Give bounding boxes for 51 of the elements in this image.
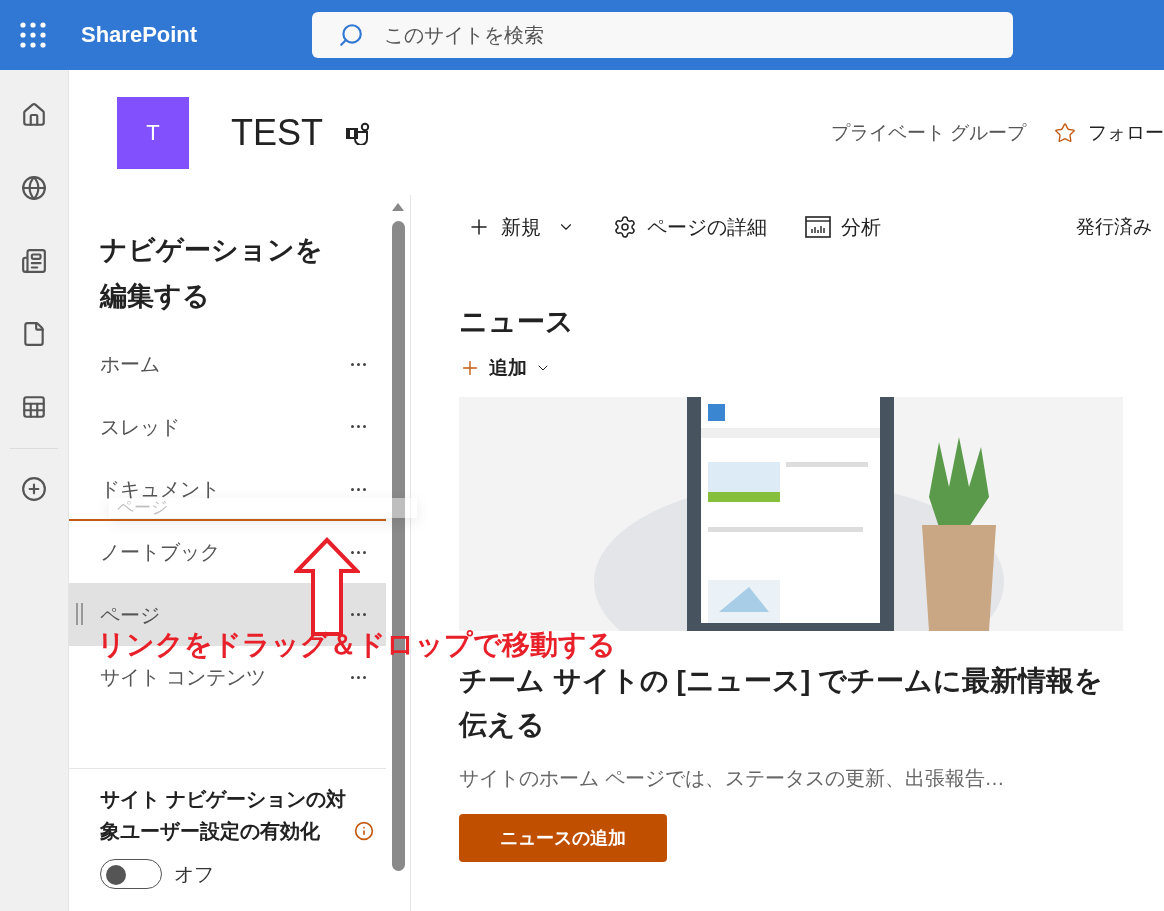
new-button[interactable]: 新規: [467, 213, 575, 241]
setting-label: サイト ナビゲーションの対象ユーザー設定の有効化: [100, 787, 347, 844]
info-icon: [354, 821, 374, 841]
page-details-button[interactable]: ページの詳細: [613, 213, 767, 241]
privacy-label: プライベート グループ: [830, 120, 1026, 145]
more-icon: [351, 425, 366, 429]
panel-heading: ナビゲーションを編集する: [100, 234, 324, 313]
file-icon[interactable]: [21, 321, 47, 347]
publish-status: 発行済み: [1076, 215, 1152, 239]
more-icon: [351, 362, 366, 366]
more-icon: [351, 488, 366, 491]
analytics-button[interactable]: 分析: [805, 213, 881, 241]
more-button[interactable]: [351, 613, 366, 617]
nav-item[interactable]: ホーム: [100, 352, 160, 377]
news-description: サイトのホーム ページでは、ステータスの更新、出張報告…: [459, 766, 1006, 791]
search-icon: [338, 22, 364, 48]
more-button[interactable]: [351, 675, 366, 679]
news-headline: チーム サイトの [ニュース] でチームに最新情報を伝える: [459, 664, 1104, 742]
more-button[interactable]: [351, 550, 366, 554]
toggle-label: オフ: [174, 861, 214, 887]
star-icon: [1054, 121, 1076, 144]
site-title: TEST: [231, 111, 323, 154]
more-icon: [351, 675, 366, 679]
scroll-up-icon[interactable]: [392, 203, 404, 211]
add-news-menu[interactable]: 追加: [459, 355, 551, 381]
grip-icon[interactable]: [76, 603, 84, 626]
nav-item[interactable]: サイト コンテンツ: [100, 665, 266, 690]
more-button[interactable]: [351, 362, 366, 366]
more-button[interactable]: [351, 488, 366, 491]
home-icon[interactable]: [21, 102, 47, 128]
nav-item[interactable]: ノートブック: [100, 540, 220, 565]
toggle-switch[interactable]: [100, 859, 162, 889]
search-field[interactable]: このサイトを検索: [312, 12, 1013, 58]
chart-icon: [805, 216, 831, 238]
globe-icon[interactable]: [21, 175, 47, 201]
team-icon: [345, 120, 371, 145]
product-name: SharePoint: [81, 22, 199, 48]
section-title: ニュース: [459, 305, 575, 339]
more-icon: [351, 613, 366, 617]
dragged-item: ページ: [109, 498, 417, 519]
table-icon[interactable]: [21, 394, 47, 420]
app-launcher-icon[interactable]: [20, 22, 46, 48]
gear-icon: [613, 215, 637, 239]
nav-item[interactable]: スレッド: [100, 414, 180, 439]
add-icon[interactable]: [21, 476, 47, 502]
site-logo: T: [117, 96, 189, 169]
follow-button[interactable]: フォロー: [1054, 119, 1164, 146]
more-button[interactable]: [351, 425, 366, 429]
add-news-button[interactable]: ニュースの追加: [459, 814, 667, 862]
newspaper-icon[interactable]: [21, 248, 47, 274]
more-icon: [351, 550, 366, 554]
